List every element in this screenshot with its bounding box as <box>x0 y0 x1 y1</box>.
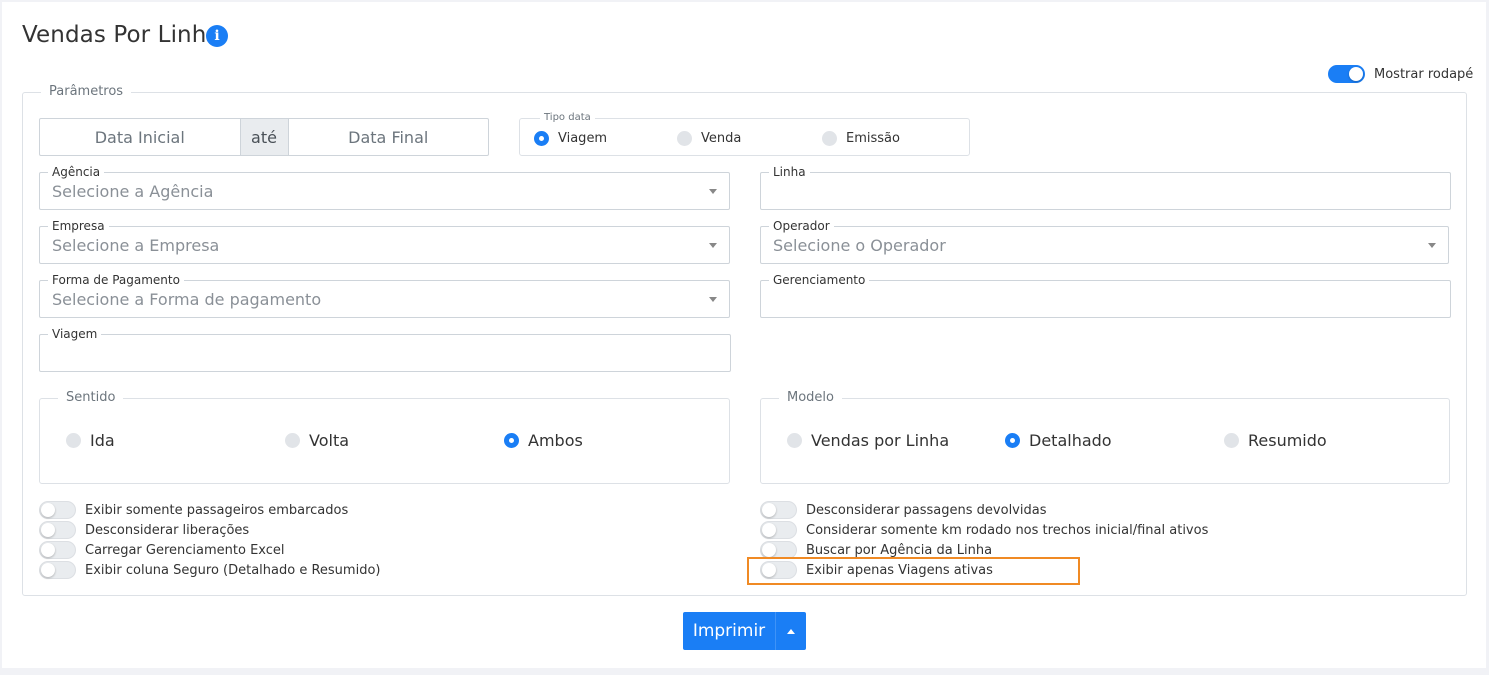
date-type-venda-radio[interactable]: Venda <box>677 131 741 146</box>
radio-label: Ambos <box>528 431 583 450</box>
agency-label: Agência <box>48 165 105 179</box>
toggle-row[interactable]: Desconsiderar passagens devolvidas <box>760 501 1046 519</box>
toggle-label: Exibir somente passageiros embarcados <box>85 502 349 518</box>
radio-dot <box>285 433 300 448</box>
toggle-switch[interactable] <box>760 521 797 539</box>
model-detalhado-radio[interactable]: Detalhado <box>1005 431 1112 450</box>
show-footer-toggle-row[interactable]: Mostrar rodapé <box>1328 65 1473 83</box>
radio-dot <box>504 433 519 448</box>
toggle-knob <box>762 543 776 557</box>
model-vendas-por-linha-radio[interactable]: Vendas por Linha <box>787 431 949 450</box>
date-type-group: Tipo data Viagem Venda Emissão <box>519 112 970 156</box>
operator-select[interactable]: Operador Selecione o Operador <box>760 219 1449 264</box>
operator-value: Selecione o Operador <box>773 236 946 255</box>
company-label: Empresa <box>48 219 109 233</box>
toggle-switch[interactable] <box>39 561 76 579</box>
toggle-knob <box>41 523 55 537</box>
radio-dot <box>677 131 692 146</box>
direction-legend: Sentido <box>58 390 124 405</box>
highlight-box <box>747 557 1080 585</box>
line-label: Linha <box>769 165 810 179</box>
end-date-input[interactable]: Data Final <box>289 119 489 155</box>
toggle-label: Exibir coluna Seguro (Detalhado e Resumi… <box>85 562 381 578</box>
trip-input[interactable]: Viagem <box>39 327 731 372</box>
show-footer-label: Mostrar rodapé <box>1374 66 1474 82</box>
toggle-knob <box>41 563 55 577</box>
toggle-label: Carregar Gerenciamento Excel <box>85 542 285 558</box>
toggle-switch[interactable] <box>39 501 76 519</box>
radio-label: Volta <box>309 431 350 450</box>
trip-label: Viagem <box>48 327 102 341</box>
start-date-input[interactable]: Data Inicial <box>40 119 240 155</box>
radio-dot <box>787 433 802 448</box>
company-select[interactable]: Empresa Selecione a Empresa <box>39 219 730 264</box>
radio-label: Venda <box>701 131 742 146</box>
toggle-row[interactable]: Exibir somente passageiros embarcados <box>39 501 348 519</box>
toggle-knob <box>1349 67 1363 81</box>
company-value: Selecione a Empresa <box>52 236 220 255</box>
model-resumido-radio[interactable]: Resumido <box>1224 431 1327 450</box>
payment-method-select[interactable]: Forma de Pagamento Selecione a Forma de … <box>39 273 730 318</box>
radio-label: Detalhado <box>1029 431 1112 450</box>
toggle-knob <box>41 543 55 557</box>
radio-dot <box>1005 433 1020 448</box>
toggle-row[interactable]: Considerar somente km rodado nos trechos… <box>760 521 1208 539</box>
radio-dot <box>66 433 81 448</box>
toggle-label: Buscar por Agência da Linha <box>806 542 993 558</box>
date-type-legend: Tipo data <box>540 112 595 123</box>
show-footer-toggle[interactable] <box>1328 65 1365 83</box>
chevron-down-icon <box>709 297 717 302</box>
toggle-switch[interactable] <box>39 521 76 539</box>
toggle-knob <box>41 503 55 517</box>
management-input[interactable]: Gerenciamento <box>760 273 1451 318</box>
toggle-row[interactable]: Carregar Gerenciamento Excel <box>39 541 285 559</box>
radio-label: Resumido <box>1248 431 1327 450</box>
date-range-separator: até <box>239 119 289 155</box>
toggle-label: Considerar somente km rodado nos trechos… <box>806 522 1209 538</box>
info-icon[interactable]: i <box>206 25 228 47</box>
toggle-row[interactable]: Exibir coluna Seguro (Detalhado e Resumi… <box>39 561 380 579</box>
toggle-knob <box>762 523 776 537</box>
print-button[interactable]: Imprimir <box>683 612 775 650</box>
chevron-down-icon <box>709 189 717 194</box>
payment-method-value: Selecione a Forma de pagamento <box>52 290 322 309</box>
direction-ida-radio[interactable]: Ida <box>66 431 115 450</box>
model-group: Modelo Vendas por Linha Detalhado Resumi… <box>760 390 1450 484</box>
direction-group: Sentido Ida Volta Ambos <box>39 390 730 484</box>
toggle-switch[interactable] <box>760 501 797 519</box>
radio-label: Viagem <box>558 131 608 146</box>
date-type-emissao-radio[interactable]: Emissão <box>822 131 900 146</box>
date-range: Data Inicial até Data Final <box>39 118 489 156</box>
print-options-toggle[interactable] <box>775 612 806 650</box>
toggle-label: Desconsiderar liberações <box>85 522 250 538</box>
parameters-legend: Parâmetros <box>41 84 132 99</box>
date-type-viagem-radio[interactable]: Viagem <box>534 131 607 146</box>
print-split-button: Imprimir <box>683 612 806 650</box>
operator-label: Operador <box>769 219 834 233</box>
payment-method-label: Forma de Pagamento <box>48 273 184 287</box>
radio-label: Emissão <box>846 131 900 146</box>
radio-dot <box>1224 433 1239 448</box>
radio-label: Vendas por Linha <box>811 431 950 450</box>
management-label: Gerenciamento <box>769 273 870 287</box>
radio-dot <box>822 131 837 146</box>
radio-label: Ida <box>90 431 115 450</box>
chevron-down-icon <box>1428 243 1436 248</box>
chevron-down-icon <box>709 243 717 248</box>
direction-ambos-radio[interactable]: Ambos <box>504 431 583 450</box>
agency-value: Selecione a Agência <box>52 182 214 201</box>
page-title: Vendas Por Linha <box>22 22 221 48</box>
toggle-row[interactable]: Desconsiderar liberações <box>39 521 249 539</box>
toggle-label: Desconsiderar passagens devolvidas <box>806 502 1047 518</box>
caret-up-icon <box>787 628 795 634</box>
toggle-knob <box>762 503 776 517</box>
agency-select[interactable]: Agência Selecione a Agência <box>39 165 730 210</box>
model-legend: Modelo <box>779 390 842 405</box>
radio-dot <box>534 131 549 146</box>
direction-volta-radio[interactable]: Volta <box>285 431 349 450</box>
toggle-switch[interactable] <box>39 541 76 559</box>
line-input[interactable]: Linha <box>760 165 1451 210</box>
